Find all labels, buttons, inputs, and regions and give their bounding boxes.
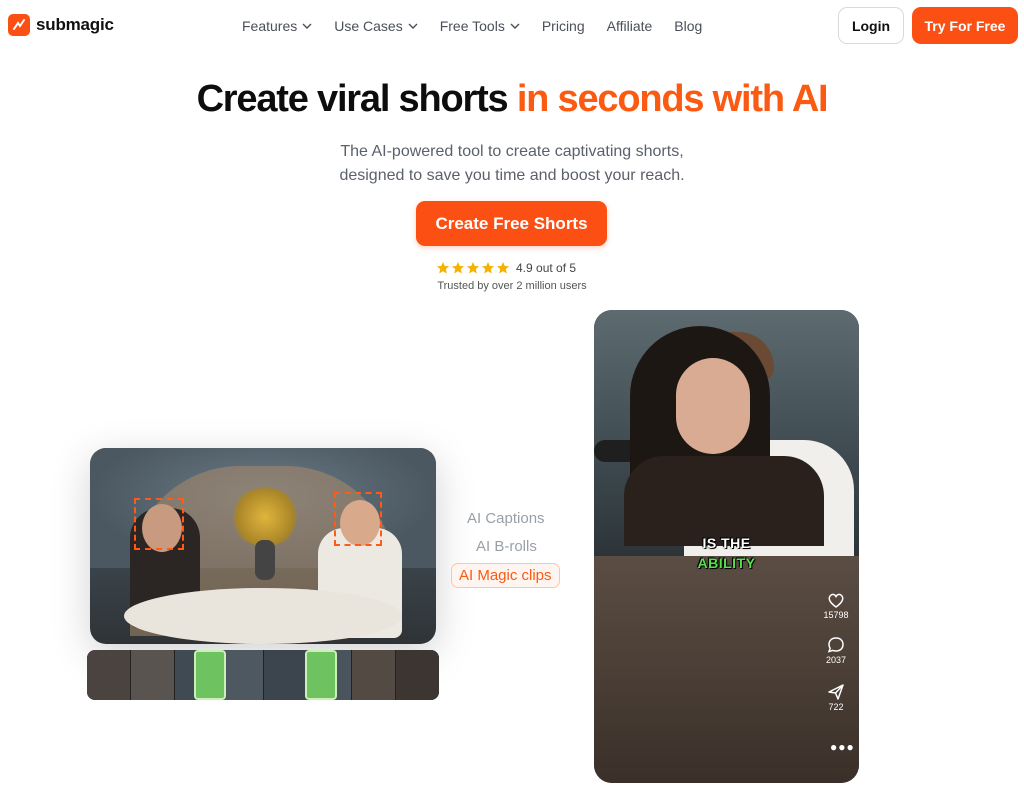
menu-label: Blog: [674, 18, 703, 34]
timeline-strip[interactable]: [87, 650, 439, 700]
menu-label: Use Cases: [334, 18, 403, 34]
main-menu: Features Use Cases Free Tools Pricing Af…: [242, 18, 702, 34]
feature-ai-captions[interactable]: AI Captions: [467, 510, 545, 527]
menu-item-free-tools[interactable]: Free Tools: [440, 18, 520, 34]
hero-subtitle: The AI-powered tool to create captivatin…: [0, 140, 1024, 188]
create-free-shorts-button[interactable]: Create Free Shorts: [416, 201, 607, 246]
broll-marker[interactable]: [194, 650, 226, 700]
timeline-frame: [131, 650, 176, 700]
more-options-icon[interactable]: ●●●: [830, 740, 855, 754]
comment-icon: [827, 637, 844, 653]
menu-label: Features: [242, 18, 298, 34]
scene-table: [124, 588, 402, 644]
star-icon: [467, 262, 479, 274]
speaker2-body: [624, 456, 824, 546]
menu-label: Affiliate: [606, 18, 653, 34]
brand-logo[interactable]: submagic: [8, 14, 114, 36]
heart-icon: [828, 593, 844, 608]
feature-ai-magic-clips[interactable]: AI Magic clips: [451, 563, 560, 588]
timeline-frame: [87, 650, 132, 700]
share-action[interactable]: 722: [812, 682, 860, 712]
headline-main: Create viral shorts: [196, 78, 509, 120]
scene-flowers: [228, 488, 302, 546]
menu-label: Pricing: [541, 18, 585, 34]
subtitle-line: designed to save you time and boost your…: [339, 167, 685, 184]
podcast-video-preview[interactable]: [90, 448, 436, 644]
comment-action[interactable]: 2037: [812, 635, 860, 665]
menu-item-affiliate[interactable]: Affiliate: [607, 18, 653, 34]
star-icon: [482, 262, 494, 274]
send-icon: [828, 684, 844, 700]
share-count: 722: [828, 702, 844, 712]
rating-text: 4.9 out of 5: [516, 261, 577, 275]
menu-item-pricing[interactable]: Pricing: [542, 18, 585, 34]
logo-icon: [8, 14, 30, 36]
caption-line-2: ABILITY: [697, 555, 756, 571]
timeline-frame: [395, 650, 439, 700]
comment-count: 2037: [825, 655, 847, 665]
top-nav: submagic Features Use Cases Free Tools P…: [0, 0, 1024, 52]
star-icon: [497, 262, 509, 274]
rating: 4.9 out of 5: [436, 261, 576, 275]
chevron-down-icon: [408, 23, 418, 29]
menu-item-features[interactable]: Features: [242, 18, 312, 34]
scene-vase: [255, 540, 275, 580]
face-focus-box: [134, 498, 184, 550]
timeline-frame: [351, 650, 396, 700]
rating-stars: [436, 261, 510, 275]
menu-item-use-cases[interactable]: Use Cases: [334, 18, 418, 34]
broll-marker[interactable]: [305, 650, 337, 700]
star-icon: [437, 262, 449, 274]
login-button[interactable]: Login: [838, 7, 904, 44]
caption-line-1: IS THE: [702, 535, 751, 551]
face-focus-box: [334, 492, 382, 546]
speaker2-face: [676, 358, 750, 454]
headline-accent: in seconds with AI: [516, 78, 829, 120]
timeline-frame: [263, 650, 308, 700]
brand-name: submagic: [36, 15, 114, 34]
hero-headline: Create viral shorts in seconds with AI: [0, 78, 1024, 121]
like-count: 15798: [823, 610, 849, 620]
menu-item-blog[interactable]: Blog: [674, 18, 702, 34]
subtitle-line: The AI-powered tool to create captivatin…: [340, 143, 684, 160]
feature-ai-brolls[interactable]: AI B-rolls: [476, 538, 537, 555]
star-icon: [452, 262, 464, 274]
trusted-text: Trusted by over 2 million users: [437, 280, 587, 292]
chevron-down-icon: [510, 23, 520, 29]
like-action[interactable]: 15798: [812, 590, 860, 620]
chevron-down-icon: [302, 23, 312, 29]
menu-label: Free Tools: [439, 18, 505, 34]
try-for-free-button[interactable]: Try For Free: [912, 7, 1018, 44]
